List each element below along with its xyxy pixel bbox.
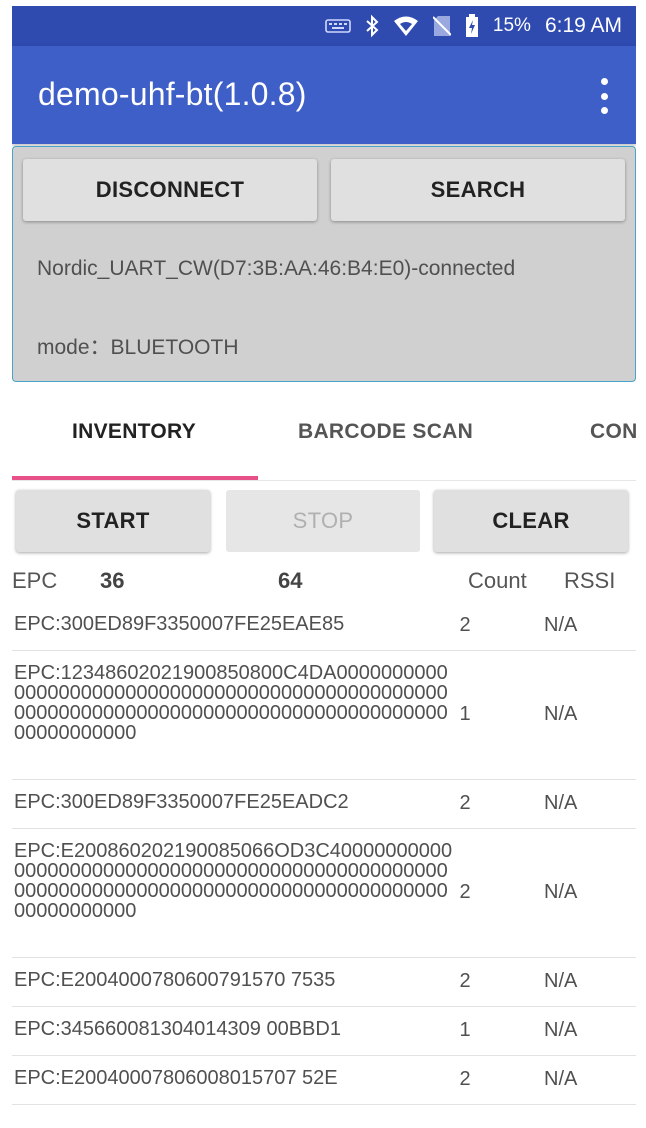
no-sim-icon	[432, 15, 451, 37]
rssi-value: N/A	[544, 792, 578, 814]
app-screen: 15% 6:19 AM demo-uhf-bt(1.0.8) DISCONNEC…	[12, 6, 636, 1116]
battery-level: 15%	[492, 15, 531, 36]
tab-bar: INVENTORY BARCODE SCAN CON	[12, 390, 636, 482]
read-count: 2	[459, 1068, 471, 1090]
read-count: 2	[459, 881, 471, 903]
rssi-value: N/A	[544, 1068, 578, 1090]
rssi-value: N/A	[544, 970, 578, 992]
list-item[interactable]: EPC:12348602021900850800C4DA000000000000…	[12, 651, 636, 780]
rssi-header: RSSI	[564, 568, 616, 593]
connection-mode: mode：BLUETOOTH	[37, 336, 239, 359]
epc-value: EPC:300ED89F3350007FE25EAE85	[14, 613, 345, 635]
more-vert-icon[interactable]	[594, 78, 614, 114]
rssi-value: N/A	[544, 881, 578, 903]
keyboard-icon	[325, 18, 351, 34]
bluetooth-icon	[365, 14, 379, 38]
count-header: Count	[468, 568, 527, 593]
status-bar: 15% 6:19 AM	[12, 6, 636, 46]
rssi-value: N/A	[544, 1019, 578, 1041]
battery-charging-icon	[465, 14, 479, 38]
search-button[interactable]: SEARCH	[331, 159, 625, 221]
stop-button[interactable]: STOP	[226, 490, 420, 552]
read-count: 2	[459, 614, 471, 636]
total-read-count: 64	[278, 568, 303, 593]
app-title: demo-uhf-bt(1.0.8)	[38, 76, 307, 112]
disconnect-button[interactable]: DISCONNECT	[23, 159, 317, 221]
read-count: 2	[459, 792, 471, 814]
read-count: 2	[459, 970, 471, 992]
clear-button[interactable]: CLEAR	[434, 490, 628, 552]
list-item[interactable]: EPC:E2004000780600791570 7535 2 N/A	[12, 958, 636, 1007]
epc-header: EPC	[12, 568, 58, 593]
connection-panel: DISCONNECT SEARCH Nordic_UART_CW(D7:3B:A…	[12, 146, 636, 382]
epc-value: EPC:12348602021900850800C4DA000000000000…	[14, 662, 448, 744]
read-count: 1	[459, 703, 471, 725]
clock: 6:19 AM	[544, 14, 622, 37]
wifi-icon	[393, 15, 419, 37]
tab-barcode-scan[interactable]: BARCODE SCAN	[298, 420, 473, 444]
tab-con[interactable]: CON	[590, 420, 636, 444]
epc-value: EPC:E20040007806008015707 52E	[14, 1067, 338, 1089]
epc-value: EPC:300ED89F3350007FE25EADC2	[14, 791, 349, 813]
list-item[interactable]: EPC:E200860202190085066OD3C4000000000000…	[12, 829, 636, 958]
list-item[interactable]: EPC:300ED89F3350007FE25EADC2 2 N/A	[12, 780, 636, 829]
tab-divider	[12, 480, 636, 481]
epc-value: EPC:E2004000780600791570 7535	[14, 969, 336, 991]
rssi-value: N/A	[544, 614, 578, 636]
read-count: 1	[459, 1019, 471, 1041]
epc-value: EPC:345660081304014309 00BBD1	[14, 1018, 341, 1040]
list-item[interactable]: EPC:345660081304014309 00BBD1 1 N/A	[12, 1007, 636, 1056]
app-bar: demo-uhf-bt(1.0.8)	[12, 46, 636, 144]
list-item[interactable]: EPC:300ED89F3350007FE25EAE85 2 N/A	[12, 602, 636, 651]
unique-tag-count: 36	[100, 568, 125, 593]
epc-value: EPC:E200860202190085066OD3C4000000000000…	[14, 840, 453, 922]
start-button[interactable]: START	[16, 490, 210, 552]
rssi-value: N/A	[544, 703, 578, 725]
epc-list: EPC:300ED89F3350007FE25EAE85 2 N/A EPC:1…	[12, 602, 636, 1105]
list-item[interactable]: EPC:E20040007806008015707 52E 2 N/A	[12, 1056, 636, 1105]
tab-inventory[interactable]: INVENTORY	[72, 420, 196, 444]
device-status: Nordic_UART_CW(D7:3B:AA:46:B4:E0)-connec…	[37, 257, 516, 280]
